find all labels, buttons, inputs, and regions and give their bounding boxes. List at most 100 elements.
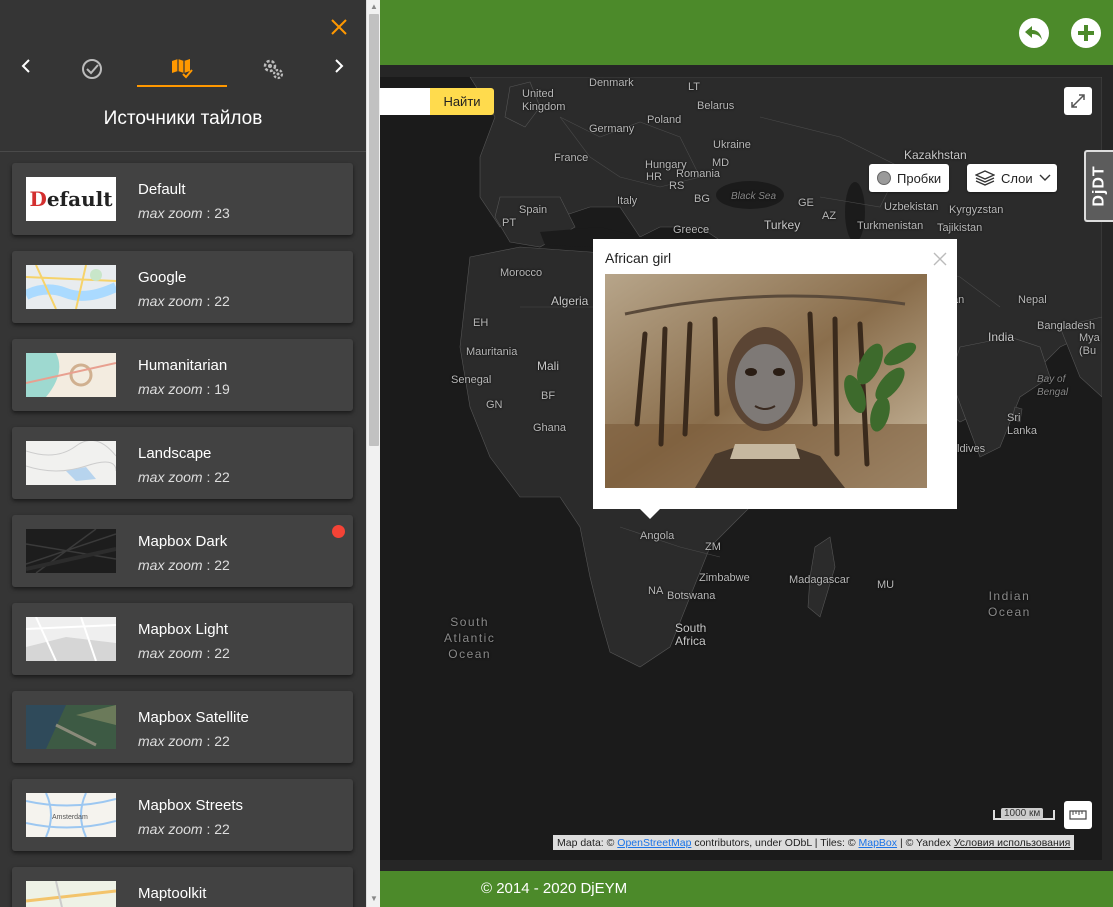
map-label: Morocco bbox=[500, 267, 543, 279]
back-button[interactable] bbox=[1019, 18, 1049, 48]
sidebar-title: Источники тайлов bbox=[103, 108, 263, 129]
close-icon bbox=[331, 19, 347, 35]
map-label: ldives bbox=[957, 443, 986, 455]
popup-pointer bbox=[639, 508, 661, 519]
mapbox-streets-thumb: Amsterdam bbox=[26, 793, 116, 837]
active-source-indicator bbox=[332, 525, 345, 538]
map-label: Denmark bbox=[589, 77, 634, 89]
tile-source-name: Mapbox Light bbox=[138, 621, 229, 638]
tile-source-name: Google bbox=[138, 269, 187, 286]
tile-source-name: Default bbox=[138, 181, 186, 198]
sidebar: Источники тайлов Default Default max zoom … bbox=[0, 0, 366, 907]
tile-source-max-zoom: max zoom : 22 bbox=[138, 733, 230, 749]
maptoolkit-thumb bbox=[26, 881, 116, 907]
tile-source-card[interactable]: Default Default max zoom : 23 bbox=[12, 163, 353, 235]
map-label: Mya (Bu bbox=[1079, 332, 1100, 357]
ruler-button[interactable] bbox=[1064, 801, 1092, 829]
portrait-photo-image bbox=[605, 274, 927, 488]
close-icon bbox=[933, 252, 947, 266]
map-label: Algeria bbox=[551, 294, 589, 308]
sidebar-prev-button[interactable] bbox=[14, 54, 38, 78]
map-label: Indian Ocean bbox=[988, 589, 1031, 619]
traffic-button[interactable]: Пробки bbox=[869, 164, 950, 192]
sidebar-scrollbar[interactable]: ▲ ▼ bbox=[366, 0, 380, 907]
mapbox-satellite-thumb bbox=[26, 705, 116, 749]
map-label: South Atlantic Ocean bbox=[444, 615, 496, 661]
map-label: Italy bbox=[617, 195, 638, 207]
terms-link[interactable]: Условия использования bbox=[954, 837, 1071, 849]
ruler-icon bbox=[1069, 810, 1087, 820]
check-circle-icon bbox=[82, 59, 102, 79]
map-label: Zimbabwe bbox=[699, 572, 750, 584]
tile-source-max-zoom: max zoom : 22 bbox=[138, 645, 230, 661]
map-label: South Africa bbox=[675, 621, 707, 648]
search-button[interactable]: Найти bbox=[430, 88, 494, 115]
map-label: Kazakhstan bbox=[904, 148, 967, 162]
tile-source-card[interactable]: Landscape max zoom : 22 bbox=[12, 427, 353, 499]
tile-source-card[interactable]: Amsterdam Mapbox Streets max zoom : 22 bbox=[12, 779, 353, 851]
map-label: France bbox=[554, 152, 589, 164]
map-label: Turkey bbox=[764, 218, 801, 232]
tile-source-max-zoom: max zoom : 19 bbox=[138, 381, 230, 397]
map-label: GN bbox=[486, 399, 503, 411]
footer-copyright: © 2014 - 2020 DjEYM bbox=[481, 880, 628, 897]
tile-source-card[interactable]: Google max zoom : 22 bbox=[12, 251, 353, 323]
map-label: EH bbox=[473, 317, 489, 329]
tile-source-max-zoom: max zoom : 22 bbox=[138, 293, 230, 309]
mapbox-light-thumb bbox=[26, 617, 116, 661]
map-label: Tajikistan bbox=[937, 222, 983, 234]
mapbox-link[interactable]: MapBox bbox=[859, 837, 898, 849]
popup-close-button[interactable] bbox=[932, 251, 948, 267]
map-label: Ghana bbox=[533, 422, 567, 434]
map-label: Turkmenistan bbox=[857, 220, 924, 232]
tab-checks[interactable] bbox=[47, 51, 137, 87]
django-debug-toolbar-handle[interactable]: DjDT bbox=[1084, 150, 1113, 222]
map-label: BF bbox=[541, 390, 556, 402]
map-scale-label: 1000 км bbox=[1001, 808, 1044, 819]
tile-source-card[interactable]: Maptoolkitmax zoom : 22 bbox=[12, 867, 353, 907]
scroll-up-arrow[interactable]: ▲ bbox=[370, 3, 378, 11]
svg-text:Amsterdam: Amsterdam bbox=[52, 814, 88, 821]
map-label: United Kingdom bbox=[522, 88, 566, 113]
tab-settings[interactable] bbox=[228, 51, 318, 87]
map-label: Senegal bbox=[451, 374, 492, 386]
map-label: GE bbox=[798, 197, 814, 209]
map-label: India bbox=[988, 330, 1015, 344]
fullscreen-button[interactable] bbox=[1064, 87, 1092, 115]
landscape-thumb bbox=[26, 441, 116, 485]
traffic-light-icon bbox=[877, 171, 891, 185]
tile-source-card[interactable]: Mapbox Light max zoom : 22 bbox=[12, 603, 353, 675]
map-label: Mauritania bbox=[466, 346, 518, 358]
google-thumb bbox=[26, 265, 116, 309]
map-label: Poland bbox=[647, 114, 682, 126]
map-label: Angola bbox=[640, 530, 675, 542]
chevron-down-icon bbox=[1039, 174, 1051, 181]
sidebar-close-button[interactable] bbox=[330, 18, 348, 41]
tile-source-max-zoom: max zoom : 22 bbox=[138, 557, 230, 573]
layers-dropdown[interactable]: Слои bbox=[967, 164, 1057, 192]
map-label: Uzbekistan bbox=[884, 201, 939, 213]
scroll-down-arrow[interactable]: ▼ bbox=[370, 895, 378, 903]
map-label: HR bbox=[646, 171, 662, 183]
search-input[interactable] bbox=[380, 88, 430, 115]
tile-source-card[interactable]: Humanitarian max zoom : 19 bbox=[12, 339, 353, 411]
map-check-icon bbox=[172, 59, 193, 79]
popup-title: African girl bbox=[605, 250, 672, 266]
tile-source-card[interactable]: Mapbox Dark max zoom : 22 bbox=[12, 515, 353, 587]
map-label: Sri Lanka bbox=[1007, 412, 1037, 437]
map-label: Nepal bbox=[1018, 294, 1047, 306]
map-label: Germany bbox=[589, 123, 635, 135]
map-label: Botswana bbox=[667, 590, 716, 602]
add-button[interactable] bbox=[1071, 18, 1101, 48]
humanitarian-thumb bbox=[26, 353, 116, 397]
gears-icon bbox=[263, 59, 284, 80]
osm-link[interactable]: OpenStreetMap bbox=[617, 837, 691, 849]
scrollbar-thumb[interactable] bbox=[369, 14, 379, 446]
tile-source-name: Landscape bbox=[138, 445, 212, 462]
tile-source-card[interactable]: Mapbox Satellite max zoom : 22 bbox=[12, 691, 353, 763]
chevron-right-icon bbox=[335, 59, 344, 73]
undo-icon bbox=[1025, 26, 1042, 40]
tab-tile-sources[interactable] bbox=[137, 51, 227, 87]
sidebar-next-button[interactable] bbox=[327, 54, 351, 78]
popup-photo[interactable] bbox=[605, 274, 927, 488]
